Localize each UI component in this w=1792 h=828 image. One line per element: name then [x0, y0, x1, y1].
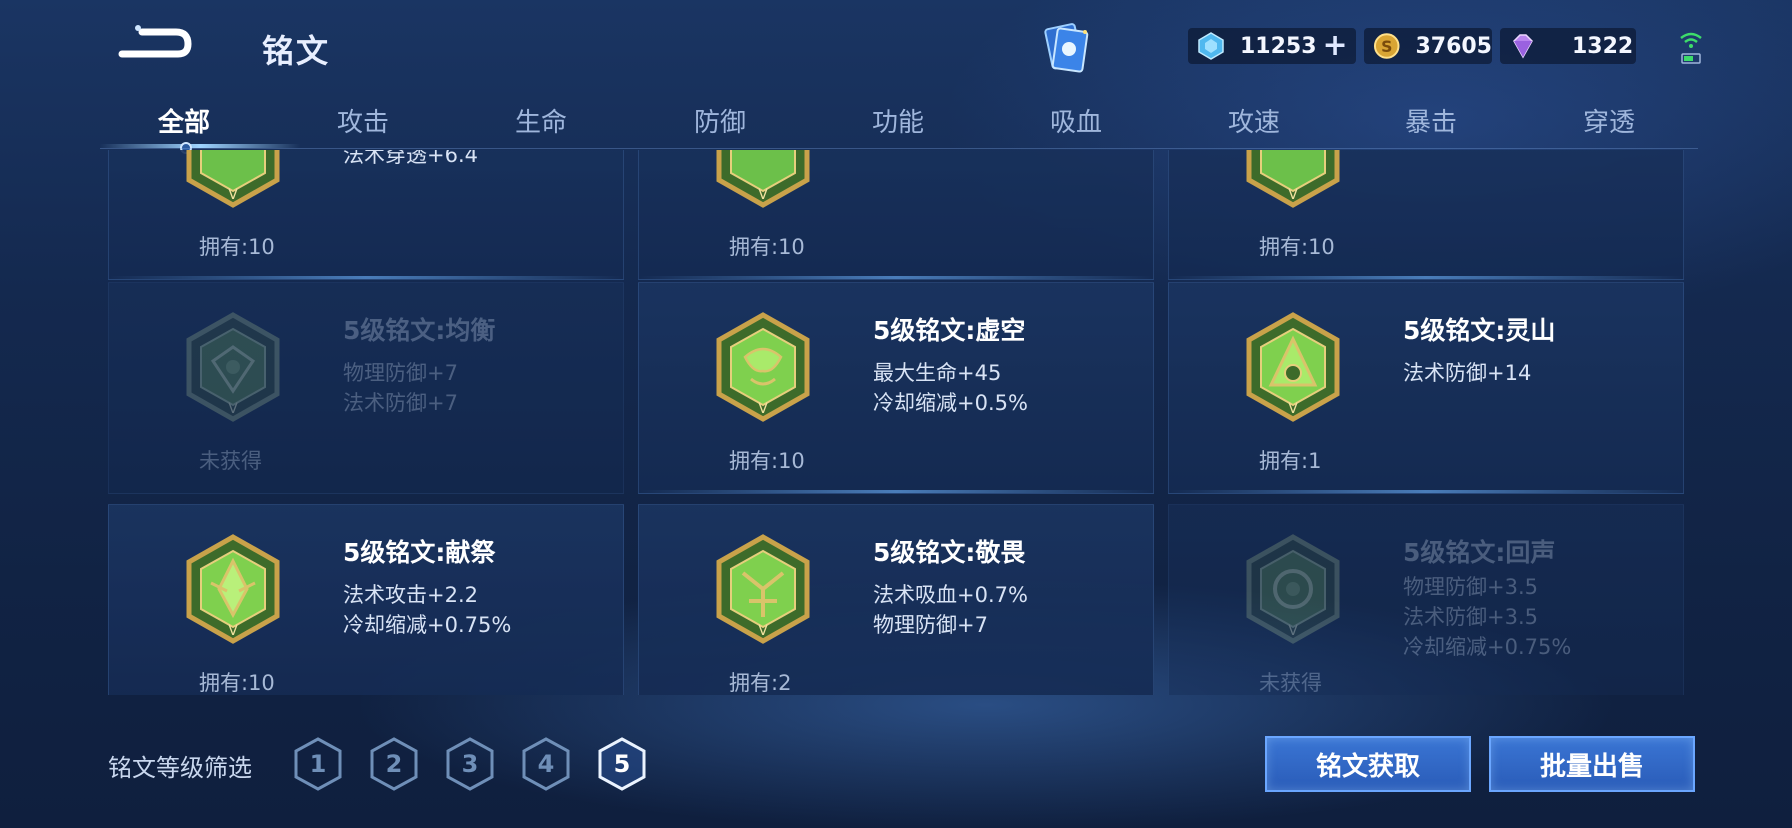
inscription-card-balance[interactable]: V 5级铭文:均衡 物理防御+7 法术防御+7 未获得 — [108, 282, 624, 494]
level-filter-label: 铭文等级筛选 — [108, 754, 252, 782]
inscription-badge-icon: V — [1246, 312, 1340, 422]
inscription-stat: 冷却缩减+0.5% — [873, 391, 1028, 415]
tab-utility[interactable]: 功能 — [872, 102, 924, 139]
owned-count: 拥有:10 — [199, 671, 275, 695]
inscription-card[interactable]: V 拥有:10 — [1168, 150, 1684, 280]
level-filter-3[interactable]: 3 — [444, 736, 496, 792]
svg-text:V: V — [228, 187, 238, 203]
inscription-badge-icon: V — [186, 150, 280, 208]
svg-text:V: V — [228, 623, 238, 639]
inscription-name: 5级铭文:献祭 — [343, 538, 496, 567]
svg-text:4: 4 — [538, 750, 555, 778]
owned-status: 未获得 — [199, 449, 262, 473]
level-filter-1[interactable]: 1 — [292, 736, 344, 792]
inscription-card-awe[interactable]: V 5级铭文:敬畏 法术吸血+0.7% 物理防御+7 拥有:2 — [638, 504, 1154, 695]
tab-all[interactable]: 全部 — [158, 102, 210, 139]
inscription-badge-icon: V — [1246, 534, 1340, 644]
inscription-stat: 法术防御+7 — [343, 391, 458, 415]
tabs-divider — [100, 148, 1698, 149]
inscription-card-void[interactable]: V 5级铭文:虚空 最大生命+45 冷却缩减+0.5% 拥有:10 — [638, 282, 1154, 494]
svg-text:2: 2 — [386, 750, 403, 778]
inscription-name: 5级铭文:虚空 — [873, 316, 1026, 345]
inscription-name: 5级铭文:敬畏 — [873, 538, 1026, 567]
inscription-name: 5级铭文:灵山 — [1403, 316, 1556, 345]
inscription-stat: 法术防御+3.5 — [1403, 605, 1538, 629]
inscription-card-echo[interactable]: V 5级铭文:回声 物理防御+3.5 法术防御+3.5 冷却缩减+0.75% 未… — [1168, 504, 1684, 695]
inscription-stat: 法术攻击+2.2 — [343, 583, 478, 607]
diamond-icon — [1198, 32, 1224, 60]
owned-count: 拥有:10 — [729, 235, 805, 259]
category-tabs: 全部 攻击 生命 防御 功能 吸血 攻速 暴击 穿透 — [90, 98, 1698, 148]
inscription-badge-icon: V — [716, 150, 810, 208]
back-button[interactable] — [112, 24, 192, 64]
inscription-badge-icon: V — [186, 534, 280, 644]
inscription-acquire-button[interactable]: 铭文获取 — [1265, 736, 1471, 792]
owned-count: 拥有:2 — [729, 671, 792, 695]
level-filter-4[interactable]: 4 — [520, 736, 572, 792]
gem-currency: 1322 — [1500, 28, 1636, 64]
inscription-name: 5级铭文:回声 — [1403, 538, 1556, 567]
inscription-card-spirit-mountain[interactable]: V 5级铭文:灵山 法术防御+14 拥有:1 — [1168, 282, 1684, 494]
inscription-name: 5级铭文:均衡 — [343, 316, 496, 345]
svg-text:1: 1 — [310, 750, 327, 778]
inscription-badge-icon: V — [186, 312, 280, 422]
svg-text:V: V — [758, 623, 768, 639]
tab-lifesteal[interactable]: 吸血 — [1050, 102, 1102, 139]
svg-text:V: V — [228, 401, 238, 417]
bulk-sell-button[interactable]: 批量出售 — [1489, 736, 1695, 792]
owned-status: 未获得 — [1259, 671, 1322, 695]
inscription-badge-icon: V — [716, 534, 810, 644]
diamond-currency: 11253 + — [1188, 28, 1356, 64]
page-title: 铭文 — [262, 32, 331, 70]
inscription-card[interactable]: V 拥有:10 — [638, 150, 1154, 280]
level-filter-2[interactable]: 2 — [368, 736, 420, 792]
gem-amount: 1322 — [1572, 33, 1634, 59]
inscription-badge-icon: V — [1246, 150, 1340, 208]
inscription-stat: 物理防御+7 — [343, 361, 458, 385]
gold-amount: 37605 — [1415, 33, 1492, 59]
svg-text:V: V — [1288, 187, 1298, 203]
gold-coin-icon: S — [1373, 33, 1400, 59]
inscription-card[interactable]: V 法术穿透+6.4 拥有:10 — [108, 150, 624, 280]
owned-count: 拥有:10 — [199, 235, 275, 259]
gem-icon — [1513, 34, 1533, 59]
svg-text:V: V — [758, 187, 768, 203]
diamond-amount: 11253 — [1240, 33, 1317, 59]
svg-text:V: V — [1288, 401, 1298, 417]
gold-currency: S 37605 — [1364, 28, 1492, 64]
inscription-stat: 最大生命+45 — [873, 361, 1002, 385]
svg-text:V: V — [1288, 623, 1298, 639]
owned-count: 拥有:10 — [729, 449, 805, 473]
inscription-grid[interactable]: V 法术穿透+6.4 拥有:10 V 拥有:10 V 拥有:10 V 5级铭文:… — [108, 150, 1684, 695]
inscription-stat: 物理防御+3.5 — [1403, 575, 1538, 599]
level-filter-5-selected[interactable]: 5 — [596, 736, 648, 792]
inscription-stat: 法术穿透+6.4 — [343, 150, 478, 167]
inscription-card-sacrifice[interactable]: V 5级铭文:献祭 法术攻击+2.2 冷却缩减+0.75% 拥有:10 — [108, 504, 624, 695]
tab-critical[interactable]: 暴击 — [1405, 102, 1457, 139]
tab-health[interactable]: 生命 — [515, 102, 567, 139]
tab-attack-speed[interactable]: 攻速 — [1228, 102, 1280, 139]
svg-text:5: 5 — [614, 750, 631, 778]
inscription-stat: 法术防御+14 — [1403, 361, 1532, 385]
tab-attack[interactable]: 攻击 — [337, 102, 389, 139]
inscription-badge-icon: V — [716, 312, 810, 422]
owned-count: 拥有:1 — [1259, 449, 1322, 473]
wifi-icon — [1680, 32, 1702, 64]
tab-penetration[interactable]: 穿透 — [1583, 102, 1635, 139]
inscription-stat: 冷却缩减+0.75% — [343, 613, 512, 637]
owned-count: 拥有:10 — [1259, 235, 1335, 259]
tab-defense[interactable]: 防御 — [694, 102, 746, 139]
svg-text:S: S — [1381, 37, 1392, 56]
add-diamond-button[interactable]: + — [1323, 31, 1348, 61]
inscription-book-icon[interactable] — [1035, 18, 1095, 78]
inscription-stat: 法术吸血+0.7% — [873, 583, 1028, 607]
inscription-stat: 物理防御+7 — [873, 613, 988, 637]
svg-text:V: V — [758, 401, 768, 417]
inscription-stat: 冷却缩减+0.75% — [1403, 635, 1572, 659]
svg-text:3: 3 — [462, 750, 479, 778]
